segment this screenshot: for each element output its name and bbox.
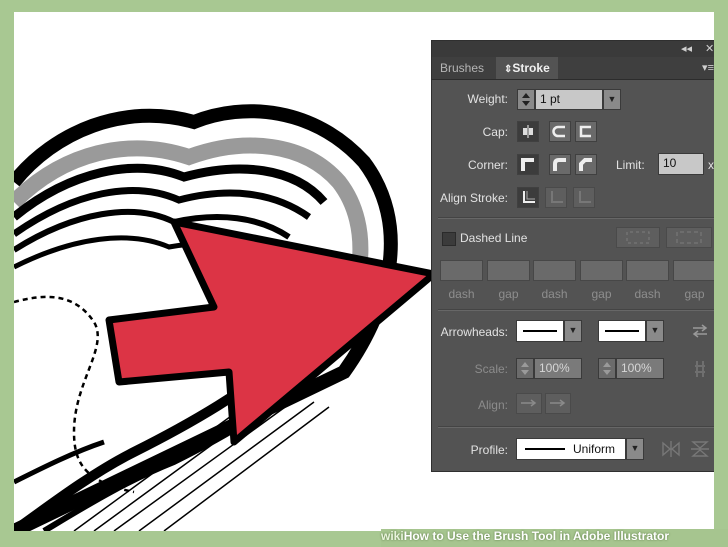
stepper-arrows-icon — [522, 93, 530, 106]
wikihow-footer: wikiHow to Use the Brush Tool in Adobe I… — [381, 529, 728, 547]
gap-label-2: gap — [591, 287, 612, 301]
align-outside-button[interactable] — [573, 187, 595, 208]
limit-input[interactable]: 10 — [658, 153, 704, 175]
align-inside-icon — [551, 191, 563, 203]
butt-cap-icon — [523, 125, 533, 138]
dash-corner-icon — [626, 231, 650, 244]
align-inside-button[interactable] — [545, 187, 567, 208]
profile-value: Uniform — [573, 442, 616, 456]
gap-label-1: gap — [498, 287, 519, 301]
panel-menu-icon[interactable]: ▾≡ — [702, 61, 714, 74]
end-scale-input[interactable]: 100% — [616, 358, 664, 379]
end-scale-stepper[interactable] — [598, 358, 616, 379]
end-arrowhead-dropdown[interactable]: ▼ — [646, 320, 664, 342]
scale-label: Scale: — [474, 362, 508, 376]
line-preview-icon — [605, 330, 639, 332]
cap-label: Cap: — [482, 125, 508, 139]
align-outside-icon — [579, 191, 591, 203]
projecting-cap-icon — [579, 125, 591, 138]
dash-field-2[interactable] — [533, 260, 576, 281]
panel-tabs: Brushes ⇕Stroke ▾≡ — [432, 57, 714, 80]
dash-field-3[interactable] — [626, 260, 669, 281]
swap-arrowheads-icon[interactable] — [690, 321, 710, 344]
line-preview-icon — [523, 330, 557, 332]
arrow-align-icon — [521, 399, 537, 407]
dash-preserve-button[interactable] — [616, 227, 660, 248]
butt-cap-button[interactable] — [517, 121, 539, 142]
tab-stroke[interactable]: ⇕Stroke — [496, 57, 558, 79]
round-cap-icon — [552, 125, 565, 138]
end-arrowhead-select[interactable] — [598, 320, 646, 342]
tab-brushes[interactable]: Brushes — [432, 57, 492, 79]
article-title: How to Use the Brush Tool in Adobe Illus… — [403, 529, 670, 543]
weight-label: Weight: — [467, 92, 508, 106]
gap-label-3: gap — [684, 287, 705, 301]
profile-label: Profile: — [470, 443, 508, 457]
link-scale-icon[interactable] — [690, 358, 710, 383]
limit-unit: x — [708, 158, 714, 172]
weight-stepper[interactable] — [517, 89, 535, 110]
dash-label-1: dash — [448, 287, 475, 301]
arrow-tip-end-button[interactable] — [545, 393, 571, 414]
weight-dropdown[interactable]: ▼ — [603, 89, 621, 110]
align-label: Align: — [477, 398, 508, 412]
flip-across-icon[interactable] — [689, 439, 711, 462]
start-scale-stepper[interactable] — [516, 358, 534, 379]
gap-field-1[interactable] — [487, 260, 530, 281]
round-join-icon — [553, 158, 566, 171]
dashed-line-label: Dashed Line — [460, 231, 528, 245]
stepper-arrows-icon — [603, 362, 611, 375]
profile-select[interactable]: Uniform — [516, 438, 626, 460]
profile-dropdown[interactable]: ▼ — [626, 438, 644, 460]
dash-field-1[interactable] — [440, 260, 483, 281]
stroke-panel: ◂◂ ✕ Brushes ⇕Stroke ▾≡ Weight: 1 pt ▼ C… — [431, 40, 714, 472]
weight-input[interactable]: 1 pt — [535, 89, 603, 110]
dash-align-button[interactable] — [666, 227, 712, 248]
dash-align-icon — [676, 231, 702, 244]
miter-join-icon — [521, 158, 534, 171]
corner-label: Corner: — [467, 158, 508, 172]
arrowheads-label: Arrowheads: — [440, 325, 508, 339]
bevel-join-icon — [579, 158, 592, 171]
projecting-cap-button[interactable] — [575, 121, 597, 142]
limit-label: Limit: — [616, 158, 645, 172]
dash-label-2: dash — [541, 287, 568, 301]
panel-titlebar: ◂◂ ✕ — [432, 41, 714, 57]
wiki-brand: wiki — [381, 529, 404, 543]
align-center-icon — [523, 191, 535, 203]
stepper-arrows-icon — [521, 362, 529, 375]
gap-field-2[interactable] — [580, 260, 623, 281]
start-arrowhead-select[interactable] — [516, 320, 564, 342]
separator — [438, 426, 714, 428]
flip-along-icon[interactable] — [660, 439, 682, 462]
miter-join-button[interactable] — [517, 154, 539, 175]
start-scale-input[interactable]: 100% — [534, 358, 582, 379]
align-stroke-label: Align Stroke: — [439, 191, 508, 205]
start-arrowhead-dropdown[interactable]: ▼ — [564, 320, 582, 342]
dash-label-3: dash — [634, 287, 661, 301]
align-center-button[interactable] — [517, 187, 539, 208]
separator — [438, 217, 714, 219]
round-cap-button[interactable] — [549, 121, 571, 142]
arrow-align-icon — [550, 399, 566, 407]
close-icon[interactable]: ✕ — [705, 42, 714, 55]
tab-stroke-label: Stroke — [512, 61, 550, 75]
gap-field-3[interactable] — [673, 260, 714, 281]
canvas-frame: ◂◂ ✕ Brushes ⇕Stroke ▾≡ Weight: 1 pt ▼ C… — [14, 12, 714, 531]
round-join-button[interactable] — [549, 154, 571, 175]
bevel-join-button[interactable] — [575, 154, 597, 175]
line-preview-icon — [525, 448, 565, 450]
separator — [438, 309, 714, 311]
dashed-line-checkbox[interactable] — [442, 232, 456, 246]
arrow-tip-beyond-button[interactable] — [516, 393, 542, 414]
collapse-icon[interactable]: ◂◂ — [681, 42, 692, 55]
